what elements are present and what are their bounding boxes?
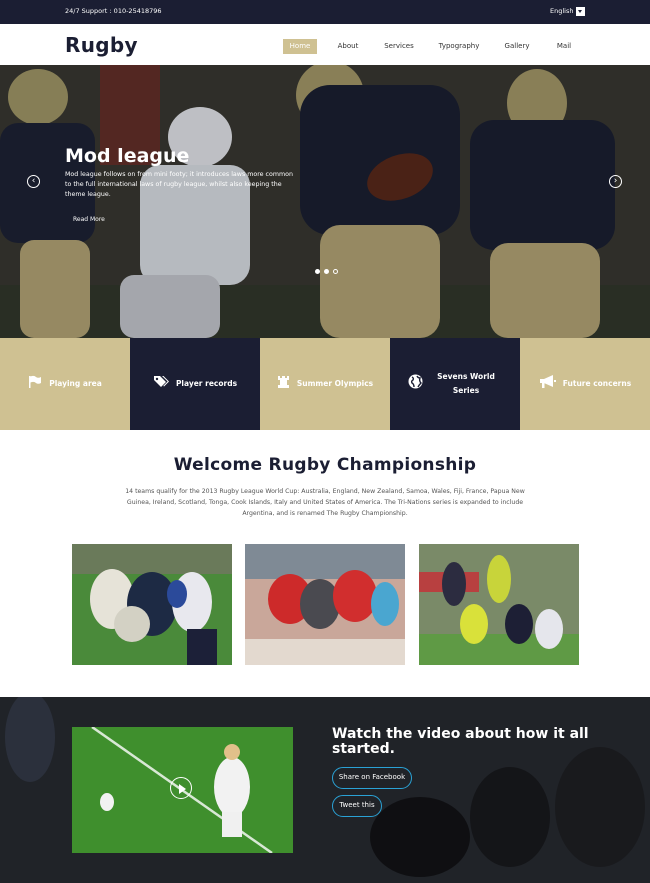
slider-dot-2[interactable] [324,269,329,274]
page: 24/7 Support : 010-25418796 English Rugb… [0,0,650,883]
tile-label: Sevens World Series [437,372,495,395]
gallery-photo-2[interactable] [245,544,405,665]
hero-slider: Mod league Mod league follows on from mi… [0,65,650,338]
support-phone: 24/7 Support : 010-25418796 [65,7,162,15]
welcome-title: Welcome Rugby Championship [173,455,477,475]
welcome-text: 14 teams qualify for the 2013 Rugby Leag… [125,488,525,517]
share-facebook-button[interactable]: Share on Facebook [332,767,412,789]
nav-about[interactable]: About [333,39,363,54]
tile-future-concerns[interactable]: Future concerns [520,338,650,430]
tile-playing-area[interactable]: Playing area [0,338,130,430]
tile-label: Player records [175,379,238,388]
tile-player-records[interactable]: Player records [130,338,260,430]
nav-home[interactable]: Home [283,39,317,54]
tile-sevens-world-series[interactable]: Sevens World Series [390,338,520,430]
feature-tiles: Playing area Player records Summer Olymp… [0,338,650,430]
nav-gallery[interactable]: Gallery [500,39,534,54]
bullhorn-icon [539,375,556,393]
play-icon[interactable] [170,777,192,799]
tile-label: Future concerns [562,379,632,388]
gallery-photo-1[interactable] [72,544,232,665]
slider-dot-3[interactable] [333,269,338,274]
globe-icon [408,374,423,394]
read-more-button[interactable]: Read More [65,212,130,228]
chevron-right-icon[interactable]: › [609,175,622,188]
chevron-left-icon[interactable]: ‹ [27,175,40,188]
video-title: Watch the video about how it all started… [332,726,589,757]
hero-background-image [0,65,650,338]
hero-text: Mod league follows on from mini footy; i… [65,171,293,198]
nav-typography[interactable]: Typography [434,39,484,54]
flag-icon [28,375,42,393]
video-section: Watch the video about how it all started… [0,697,650,883]
chevron-down-icon[interactable] [576,7,585,16]
slider-dot-1[interactable] [315,269,320,274]
chess-rook-icon [277,375,290,394]
video-player[interactable] [72,727,293,853]
main-navbar: Rugby Home About Services Typography Gal… [0,24,650,65]
gallery-photo-3[interactable] [419,544,579,665]
site-logo[interactable]: Rugby [65,33,138,57]
nav-services[interactable]: Services [380,39,418,54]
top-bar: 24/7 Support : 010-25418796 English [0,0,650,24]
tile-label: Playing area [49,379,102,388]
language-select[interactable]: English [550,7,573,15]
tile-label: Summer Olympics [296,379,374,388]
hero-title: Mod league [65,145,190,167]
tweet-button[interactable]: Tweet this [332,795,382,817]
tile-summer-olympics[interactable]: Summer Olympics [260,338,390,430]
tags-icon [153,375,169,393]
nav-mail[interactable]: Mail [551,39,577,54]
